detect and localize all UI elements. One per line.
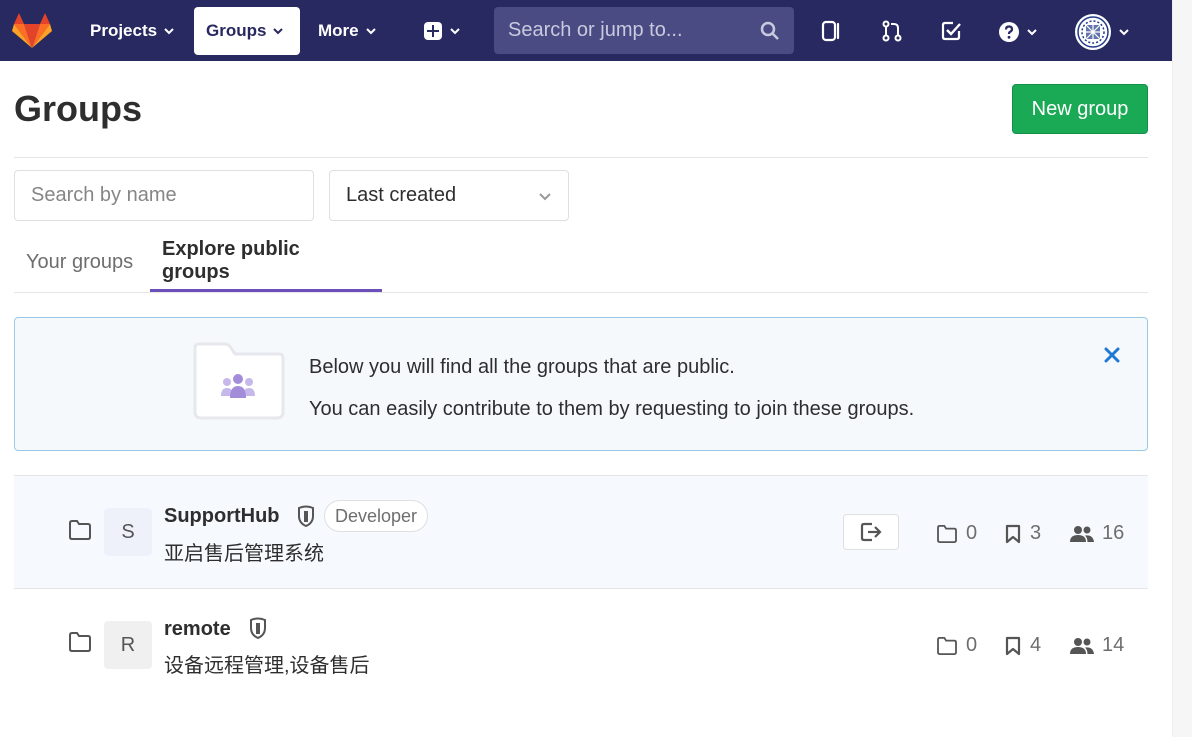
nav-groups-dropdown[interactable]: Groups <box>194 7 300 55</box>
members-count-value: 14 <box>1102 634 1125 656</box>
users-icon <box>1070 637 1094 654</box>
todos-icon[interactable] <box>938 18 964 44</box>
projects-count: 3 <box>1004 522 1041 545</box>
tab-your-groups[interactable]: Your groups <box>14 232 145 292</box>
plus-square-icon <box>424 22 442 40</box>
filter-by-name-input[interactable] <box>14 170 314 221</box>
new-item-dropdown[interactable] <box>411 7 473 55</box>
projects-count-value: 4 <box>1030 634 1042 656</box>
nav-more-label: More <box>318 21 359 40</box>
group-avatar[interactable]: R <box>104 621 152 669</box>
folder-icon <box>937 524 957 543</box>
bookmark-icon <box>1005 524 1021 543</box>
chevron-down-icon <box>365 28 376 35</box>
shield-visibility-icon <box>298 505 314 527</box>
groups-folder-illustration <box>193 342 285 420</box>
users-icon <box>1070 525 1094 542</box>
chevron-down-icon <box>1027 29 1037 36</box>
question-circle-icon <box>999 22 1019 42</box>
subgroups-count: 0 <box>936 634 977 657</box>
new-group-button[interactable]: New group <box>1012 84 1148 134</box>
sort-selected-label: Last created <box>346 184 457 206</box>
user-avatar[interactable] <box>1075 14 1111 50</box>
gitlab-logo-icon[interactable] <box>12 13 52 49</box>
alert-text-line-1: Below you will find all the groups that … <box>309 356 735 378</box>
role-badge: Developer <box>324 500 429 532</box>
chevron-down-icon <box>164 28 174 35</box>
folder-icon <box>69 632 91 652</box>
nav-projects-label: Projects <box>90 21 158 40</box>
merge-requests-icon[interactable] <box>879 18 905 44</box>
chevron-down-icon <box>450 28 460 35</box>
bookmark-icon <box>1005 636 1021 655</box>
chevron-down-icon <box>539 192 551 200</box>
members-count-value: 16 <box>1102 522 1125 544</box>
subgroups-count-value: 0 <box>966 634 978 656</box>
sign-out-icon <box>860 522 882 542</box>
search-icon <box>760 21 779 40</box>
tabs-divider <box>14 292 1148 293</box>
shield-visibility-icon <box>250 617 266 639</box>
issues-icon[interactable] <box>819 18 845 44</box>
chevron-down-icon[interactable] <box>1118 26 1130 38</box>
projects-count-value: 3 <box>1030 522 1042 544</box>
subgroups-count-value: 0 <box>966 522 978 544</box>
nav-projects-dropdown[interactable]: Projects <box>78 7 187 55</box>
global-search-placeholder: Search or jump to... <box>508 19 683 41</box>
members-count: 14 <box>1070 634 1124 657</box>
group-name-link[interactable]: remote <box>164 618 231 641</box>
group-avatar[interactable]: S <box>104 508 152 556</box>
group-description: 设备远程管理,设备售后 <box>164 655 370 677</box>
group-row[interactable]: R remote 设备远程管理,设备售后 0 4 14 <box>14 589 1148 701</box>
page-title: Groups <box>14 88 143 129</box>
leave-group-button[interactable] <box>843 514 899 550</box>
global-search-input[interactable]: Search or jump to... <box>494 7 794 54</box>
tab-explore-public-groups[interactable]: Explore public groups <box>150 232 382 292</box>
close-icon[interactable] <box>1101 344 1123 366</box>
alert-text-line-2: You can easily contribute to them by req… <box>309 398 915 420</box>
nav-groups-label: Groups <box>206 21 267 40</box>
group-name-link[interactable]: SupportHub <box>164 505 280 528</box>
folder-icon <box>69 520 91 540</box>
projects-count: 4 <box>1004 634 1041 657</box>
members-count: 16 <box>1070 522 1124 545</box>
scrollbar-gutter[interactable] <box>1172 0 1192 737</box>
subgroups-count: 0 <box>936 522 977 545</box>
help-dropdown[interactable] <box>986 14 1050 50</box>
nav-more-dropdown[interactable]: More <box>306 7 389 55</box>
public-groups-info-alert: Below you will find all the groups that … <box>14 317 1148 451</box>
top-navbar: Projects Groups More Search or jump to..… <box>0 0 1172 61</box>
group-row[interactable]: S SupportHub Developer 亚启售后管理系统 0 3 16 <box>14 476 1148 588</box>
group-description: 亚启售后管理系统 <box>164 543 324 565</box>
sort-dropdown[interactable]: Last created <box>329 170 569 221</box>
divider <box>14 157 1148 158</box>
chevron-down-icon <box>273 28 284 35</box>
folder-icon <box>937 636 957 655</box>
